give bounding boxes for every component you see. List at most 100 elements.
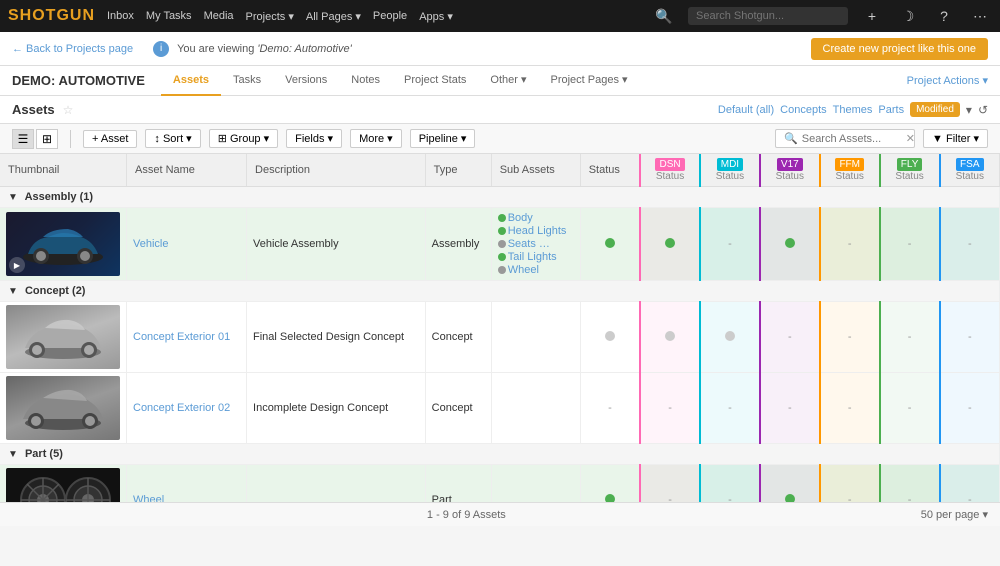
asset-name-cell: Wheel <box>127 465 247 503</box>
th-v17[interactable]: V17 Status <box>760 154 820 187</box>
th-subassets[interactable]: Sub Assets <box>491 154 580 187</box>
nav-inbox[interactable]: Inbox <box>107 10 134 22</box>
v17-status-indicator <box>785 238 795 248</box>
mdi-status-indicator <box>725 331 735 341</box>
group-assembly[interactable]: ▼ Assembly (1) <box>0 187 1000 208</box>
add-icon[interactable]: + <box>860 8 884 24</box>
tab-assets[interactable]: Assets <box>161 66 221 96</box>
group-concept[interactable]: ▼ Concept (2) <box>0 281 1000 302</box>
th-ffm[interactable]: FFM Status <box>820 154 880 187</box>
asset-dsn-cell <box>640 208 700 281</box>
th-description[interactable]: Description <box>247 154 426 187</box>
project-actions-button[interactable]: Project Actions ▾ <box>907 74 988 87</box>
tab-other[interactable]: Other ▾ <box>478 66 538 96</box>
th-type[interactable]: Type <box>425 154 491 187</box>
tab-notes[interactable]: Notes <box>339 66 392 96</box>
back-to-projects-link[interactable]: ← Back to Projects page <box>12 43 133 55</box>
tab-projectpages[interactable]: Project Pages ▾ <box>539 66 640 96</box>
asset-fly-cell: - <box>880 208 940 281</box>
th-mdi[interactable]: MDI Status <box>700 154 760 187</box>
group-arrow-icon: ▼ <box>8 192 18 203</box>
help-icon[interactable]: ? <box>932 8 956 24</box>
th-status[interactable]: Status <box>580 154 640 187</box>
play-button[interactable]: ▶ <box>9 257 25 273</box>
global-search-input[interactable] <box>688 7 848 25</box>
asset-status-cell <box>580 208 640 281</box>
th-assetname[interactable]: Asset Name <box>127 154 247 187</box>
nav-people[interactable]: People <box>373 10 407 22</box>
asset-ffm-cell: - <box>820 373 880 444</box>
group-arrow-icon: ▼ <box>8 286 18 297</box>
favorite-star-icon[interactable]: ☆ <box>63 103 74 117</box>
nav-projects[interactable]: Projects ▾ <box>246 10 294 23</box>
asset-name-cell: Vehicle <box>127 208 247 281</box>
asset-thumbnail: ▶ <box>6 212 120 276</box>
dsn-status-indicator <box>665 331 675 341</box>
status-dot-icon <box>498 240 506 248</box>
th-fsa[interactable]: FSA Status <box>940 154 1000 187</box>
v17-status-indicator <box>785 494 795 503</box>
view-default[interactable]: Default (all) <box>718 104 774 116</box>
clear-search-icon[interactable]: ✕ <box>906 132 915 145</box>
table-row: Concept Exterior 01 Final Selected Desig… <box>0 302 1000 373</box>
asset-name-link[interactable]: Wheel <box>133 494 164 502</box>
group-part[interactable]: ▼ Part (5) <box>0 444 1000 465</box>
grid-view-button[interactable]: ⊞ <box>36 129 58 149</box>
create-project-button[interactable]: Create new project like this one <box>811 38 988 60</box>
group-button[interactable]: ⊞ Group ▾ <box>209 129 278 148</box>
nav-apps[interactable]: Apps ▾ <box>419 10 453 23</box>
group-arrow-icon: ▼ <box>8 449 18 460</box>
asset-description-cell: Final Selected Design Concept <box>247 302 426 373</box>
asset-description-cell: Incomplete Design Concept <box>247 373 426 444</box>
assets-search-input[interactable] <box>802 133 902 145</box>
search-icon[interactable]: 🔍 <box>652 8 676 25</box>
asset-name-link[interactable]: Concept Exterior 01 <box>133 331 230 343</box>
nav-mytasks[interactable]: My Tasks <box>146 10 192 22</box>
more-button[interactable]: More ▾ <box>350 129 402 148</box>
wheel-svg <box>8 468 118 502</box>
add-asset-button[interactable]: + Asset <box>83 130 137 148</box>
per-page-selector[interactable]: 50 per page ▾ <box>921 508 988 521</box>
view-options-icon[interactable]: ▾ <box>966 103 972 117</box>
refresh-icon[interactable]: ↺ <box>978 103 988 117</box>
nav-media[interactable]: Media <box>204 10 234 22</box>
sub-asset-item[interactable]: Head Lights <box>498 225 574 237</box>
project-name-label: 'Demo: Automotive' <box>257 43 351 55</box>
sub-asset-item[interactable]: Body <box>498 212 574 224</box>
th-dsn[interactable]: DSN Status <box>640 154 700 187</box>
view-themes[interactable]: Themes <box>833 104 873 116</box>
asset-name-link[interactable]: Vehicle <box>133 238 168 250</box>
breadcrumb-bar: ← Back to Projects page i You are viewin… <box>0 32 1000 66</box>
status-indicator <box>605 331 615 341</box>
asset-subassets-cell <box>491 465 580 503</box>
filter-button[interactable]: ▼ Filter ▾ <box>923 129 988 148</box>
project-title: DEMO: AUTOMOTIVE <box>12 73 145 88</box>
fields-button[interactable]: Fields ▾ <box>286 129 342 148</box>
sub-asset-item[interactable]: Wheel <box>498 264 574 276</box>
sort-button[interactable]: ↕ Sort ▾ <box>145 129 200 148</box>
asset-type-cell: Concept <box>425 373 491 444</box>
night-mode-icon[interactable]: ☽ <box>896 8 920 25</box>
user-menu-icon[interactable]: ⋯ <box>968 8 992 25</box>
th-fly[interactable]: FLY Status <box>880 154 940 187</box>
asset-v17-cell: - <box>760 373 820 444</box>
asset-ffm-cell: - <box>820 465 880 503</box>
view-parts[interactable]: Parts <box>878 104 904 116</box>
sub-asset-item[interactable]: Seats … <box>498 238 574 250</box>
nav-allpages[interactable]: All Pages ▾ <box>306 10 361 23</box>
tab-versions[interactable]: Versions <box>273 66 339 96</box>
asset-name-link[interactable]: Concept Exterior 02 <box>133 402 230 414</box>
asset-fsa-cell: - <box>940 465 1000 503</box>
asset-description-cell <box>247 465 426 503</box>
asset-fly-cell: - <box>880 465 940 503</box>
asset-fly-cell: - <box>880 302 940 373</box>
pipeline-button[interactable]: Pipeline ▾ <box>410 129 476 148</box>
tab-projectstats[interactable]: Project Stats <box>392 66 478 96</box>
tab-tasks[interactable]: Tasks <box>221 66 273 96</box>
view-concepts[interactable]: Concepts <box>780 104 826 116</box>
project-tab-bar: DEMO: AUTOMOTIVE Assets Tasks Versions N… <box>0 66 1000 96</box>
sub-asset-item[interactable]: Tail Lights <box>498 251 574 263</box>
asset-status-cell <box>580 302 640 373</box>
asset-ffm-cell: - <box>820 208 880 281</box>
list-view-button[interactable]: ☰ <box>12 129 34 149</box>
